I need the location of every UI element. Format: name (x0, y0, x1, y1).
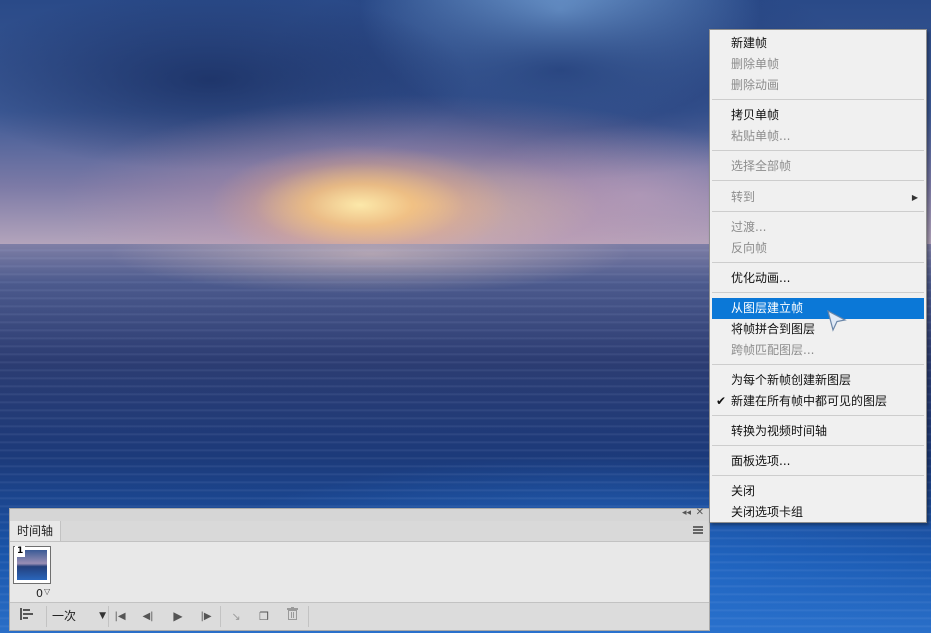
menu-item-goto-label: 转到 (731, 190, 756, 204)
frame-delay-dropdown-icon[interactable]: ▽ (44, 587, 50, 596)
timeline-tab-row: 时间轴 (10, 521, 709, 542)
menu-item-create-new-layer-per-frame[interactable]: 为每个新帧创建新图层 (712, 370, 924, 391)
collapse-panel-icon[interactable]: ◂◂ (682, 508, 691, 518)
next-frame-icon[interactable]: |▶ (196, 603, 216, 630)
tween-icon[interactable]: ↘ (226, 603, 246, 630)
menu-item-panel-options[interactable]: 面板选项... (712, 451, 924, 472)
menu-item-match-layer-across-frames[interactable]: 跨帧匹配图层... (712, 340, 924, 361)
menu-separator (712, 445, 924, 446)
panel-menu-icon[interactable] (693, 526, 703, 534)
menu-separator (712, 475, 924, 476)
tab-timeline[interactable]: 时间轴 (10, 521, 62, 541)
trash-glyph (286, 607, 298, 620)
toolbar-divider (46, 606, 47, 627)
menu-separator (712, 211, 924, 212)
timeline-toolbar: 一次 ▼ |◀ ◀| ▶ |▶ ↘ ❐ (10, 602, 709, 630)
menu-separator (712, 415, 924, 416)
menu-separator (712, 262, 924, 263)
menu-item-close-tab-group[interactable]: 关闭选项卡组 (712, 502, 924, 523)
toolbar-divider (308, 606, 309, 627)
menu-item-select-all-frames[interactable]: 选择全部帧 (712, 156, 924, 177)
menu-item-convert-to-video-timeline[interactable]: 转换为视频时间轴 (712, 421, 924, 442)
menu-separator (712, 292, 924, 293)
frame-number: 1 (15, 546, 26, 557)
menu-item-tween[interactable]: 过渡... (712, 217, 924, 238)
loop-label: 一次 (52, 609, 77, 623)
menu-item-delete-frame[interactable]: 删除单帧 (712, 54, 924, 75)
checkmark-icon: ✔ (716, 394, 727, 408)
play-icon[interactable]: ▶ (168, 603, 188, 630)
menu-item-close[interactable]: 关闭 (712, 481, 924, 502)
menu-separator (712, 150, 924, 151)
submenu-arrow-icon: ▶ (911, 193, 918, 202)
close-panel-icon[interactable]: ✕ (696, 507, 704, 518)
menu-item-goto[interactable]: 转到 ▶ (712, 187, 924, 208)
first-frame-icon[interactable]: |◀ (110, 603, 130, 630)
timeline-context-menu: 新建帧 删除单帧 删除动画 拷贝单帧 粘贴单帧... 选择全部帧 转到 ▶ 过渡… (709, 29, 927, 523)
timeline-title-bar[interactable]: ◂◂ ✕ (10, 507, 709, 521)
frame-delay-value[interactable]: 0 (36, 587, 43, 600)
toolbar-divider (220, 606, 221, 627)
menu-item-new-layers-visible-label: 新建在所有帧中都可见的图层 (731, 394, 888, 408)
mouse-cursor-icon (827, 309, 847, 332)
trash-icon[interactable] (282, 603, 302, 630)
timeline-panel: ◂◂ ✕ 时间轴 1 0 ▽ 一次 ▼ |◀ ◀| ▶ |▶ ↘ ❐ (9, 507, 710, 631)
menu-item-flatten-frames-into-layers[interactable]: 将帧拼合到图层 (712, 319, 924, 340)
previous-frame-icon[interactable]: ◀| (138, 603, 158, 630)
menu-item-optimize-animation[interactable]: 优化动画... (712, 268, 924, 289)
menu-item-paste-frame[interactable]: 粘贴单帧... (712, 126, 924, 147)
toolbar-divider (108, 606, 109, 627)
menu-separator (712, 99, 924, 100)
menu-item-new-layers-visible-in-all-frames[interactable]: ✔ 新建在所有帧中都可见的图层 (712, 391, 924, 412)
convert-timeline-glyph (20, 608, 33, 620)
menu-item-make-frames-from-layers[interactable]: 从图层建立帧 (712, 298, 924, 319)
menu-separator (712, 364, 924, 365)
duplicate-frame-icon[interactable]: ❐ (254, 603, 274, 630)
animation-frame[interactable]: 1 (13, 546, 51, 584)
menu-item-copy-frame[interactable]: 拷贝单帧 (712, 105, 924, 126)
chevron-down-icon: ▼ (99, 611, 106, 621)
menu-separator (712, 180, 924, 181)
menu-item-new-frame[interactable]: 新建帧 (712, 33, 924, 54)
menu-item-reverse-frames[interactable]: 反向帧 (712, 238, 924, 259)
menu-item-delete-animation[interactable]: 删除动画 (712, 75, 924, 96)
convert-timeline-icon[interactable] (12, 603, 42, 630)
loop-options-select[interactable]: 一次 ▼ (48, 603, 106, 630)
